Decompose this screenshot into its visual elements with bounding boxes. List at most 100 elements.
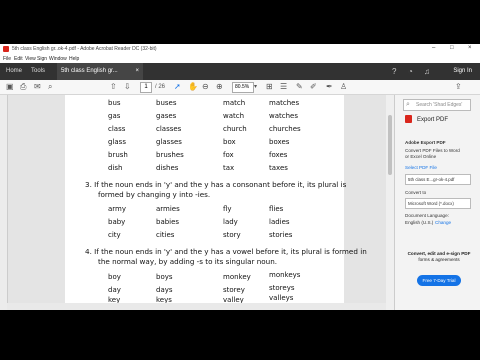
zoom-level-select[interactable]: 80.5% (232, 82, 254, 93)
description-line-2: or Excel Online (405, 154, 437, 159)
maximize-button[interactable]: □ (450, 45, 454, 51)
pdf-page[interactable]: bus buses match matches gas gases watch … (65, 95, 367, 304)
format-select[interactable]: Microsoft Word (*.docx) (405, 198, 471, 209)
minimize-button[interactable]: – (432, 45, 435, 51)
tab-bar: Home Tools 5th class English gr... × ? ◔… (0, 63, 480, 80)
select-cursor-icon[interactable]: ➚ (174, 82, 181, 92)
left-navigation-rail (0, 95, 8, 310)
table-cell: church (223, 125, 247, 133)
table-cell: boxes (269, 138, 290, 146)
horizontal-scrollbar[interactable] (7, 303, 386, 310)
menu-view[interactable]: View (25, 56, 36, 62)
search-icon[interactable]: ⌕ (48, 82, 52, 92)
search-icon: ⌕ (406, 101, 410, 108)
page-number-input[interactable]: 1 (140, 82, 152, 93)
table-cell: storey (223, 286, 245, 294)
table-cell: watches (269, 112, 298, 120)
table-cell: brushes (156, 151, 184, 159)
table-cell: foxes (269, 151, 288, 159)
table-cell: classes (156, 125, 182, 133)
tools-search-input[interactable]: ⌕ Search 'Shad Edges' (403, 99, 471, 111)
sign-in-link[interactable]: Sign In (453, 63, 472, 80)
table-cell: armies (156, 205, 180, 213)
print-icon[interactable]: ⎙ (20, 82, 26, 92)
tab-document[interactable]: 5th class English gr... × (57, 63, 143, 80)
table-cell: brush (108, 151, 128, 159)
change-language-link[interactable]: Change (435, 220, 451, 225)
table-cell: boys (156, 273, 173, 281)
share-icon[interactable]: ⇪ (455, 82, 462, 92)
table-cell: valleys (269, 294, 294, 302)
notifications-icon[interactable]: ◔ (408, 67, 413, 76)
table-cell: monkeys (269, 271, 301, 279)
promo-line-2: forms & agreements (418, 257, 460, 262)
table-cell: gas (108, 112, 121, 120)
page-total: / 26 (155, 84, 166, 90)
menu-sign[interactable]: Sign (37, 56, 47, 62)
table-cell: ladies (269, 218, 290, 226)
acrobat-window: 5th class English gr..ok-4.pdf - Adobe A… (0, 44, 480, 310)
menu-bar: File Edit View Sign Window Help (0, 55, 480, 63)
table-cell: glasses (156, 138, 182, 146)
next-page-icon[interactable]: ⇩ (124, 82, 131, 92)
table-cell: gases (156, 112, 177, 120)
tab-document-label: 5th class English gr... (61, 68, 118, 74)
menu-help[interactable]: Help (69, 56, 79, 62)
close-window-button[interactable]: × (468, 45, 472, 51)
file-select[interactable]: 5th class E...gr-ok-4.pdf (405, 174, 471, 185)
close-tab-icon[interactable]: × (135, 63, 139, 80)
menu-file[interactable]: File (3, 56, 11, 62)
table-cell: lady (223, 218, 238, 226)
scroll-mode-icon[interactable]: ☰ (280, 82, 287, 92)
table-cell: city (108, 231, 121, 239)
hand-tool-icon[interactable]: ✋ (188, 82, 198, 92)
tools-pane: ⌕ Search 'Shad Edges' Export PDF Adobe E… (394, 95, 480, 310)
mail-icon[interactable]: ✉ (34, 82, 41, 92)
file-name: 5th class E...gr-ok-4.pdf (408, 177, 455, 182)
export-pdf-title[interactable]: Export PDF (417, 117, 448, 123)
table-cell: monkey (223, 273, 251, 281)
export-pdf-icon (405, 115, 412, 123)
table-cell: babies (156, 218, 180, 226)
sign-icon[interactable]: ✒ (326, 82, 333, 92)
stamp-icon[interactable]: ♙ (340, 82, 347, 92)
table-cell: match (223, 99, 246, 107)
convert-to-label: Convert to (405, 190, 427, 195)
free-trial-button[interactable]: Free 7-Day Trial (417, 275, 461, 286)
table-cell: cities (156, 231, 175, 239)
tab-tools[interactable]: Tools (27, 63, 49, 80)
fit-page-icon[interactable]: ⊞ (266, 82, 273, 92)
rule-4-line-2: the normal way, by adding -s to its sing… (98, 257, 278, 266)
table-cell: boy (108, 273, 121, 281)
rule-3-line-1: 3. If the noun ends in 'y' and the y has… (85, 180, 347, 189)
language-label: Document Language: (405, 213, 449, 218)
product-name: Adobe Export PDF (405, 140, 446, 145)
table-cell: army (108, 205, 127, 213)
comment-icon[interactable]: ✎ (296, 82, 303, 92)
vertical-scrollbar[interactable] (386, 95, 394, 310)
table-cell: days (156, 286, 173, 294)
help-icon[interactable]: ? (392, 67, 396, 76)
highlight-icon[interactable]: ✐ (310, 82, 317, 92)
zoom-dropdown-icon[interactable]: ▾ (254, 82, 257, 92)
language-value: English (U.S.) (405, 220, 434, 225)
table-cell: churches (269, 125, 301, 133)
table-cell: baby (108, 218, 126, 226)
tab-home[interactable]: Home (2, 63, 26, 80)
zoom-out-icon[interactable]: ⊖ (202, 82, 209, 92)
table-cell: tax (223, 164, 235, 172)
table-cell: dish (108, 164, 123, 172)
format-value: Microsoft Word (*.docx) (408, 201, 454, 206)
scrollbar-thumb[interactable] (388, 115, 392, 175)
menu-window[interactable]: Window (49, 56, 67, 62)
table-cell: matches (269, 99, 300, 107)
select-file-link[interactable]: Select PDF File (405, 165, 437, 170)
bell-icon[interactable]: ♫ (424, 67, 430, 76)
table-cell: box (223, 138, 236, 146)
menu-edit[interactable]: Edit (14, 56, 23, 62)
prev-page-icon[interactable]: ⇧ (110, 82, 117, 92)
save-icon[interactable]: ▣ (6, 82, 14, 92)
table-cell: flies (269, 205, 284, 213)
zoom-in-icon[interactable]: ⊕ (216, 82, 223, 92)
main-toolbar: ▣ ⎙ ✉ ⌕ ⇧ ⇩ 1 / 26 ➚ ✋ ⊖ ⊕ 80.5% ▾ ⊞ ☰ ✎… (0, 80, 480, 95)
